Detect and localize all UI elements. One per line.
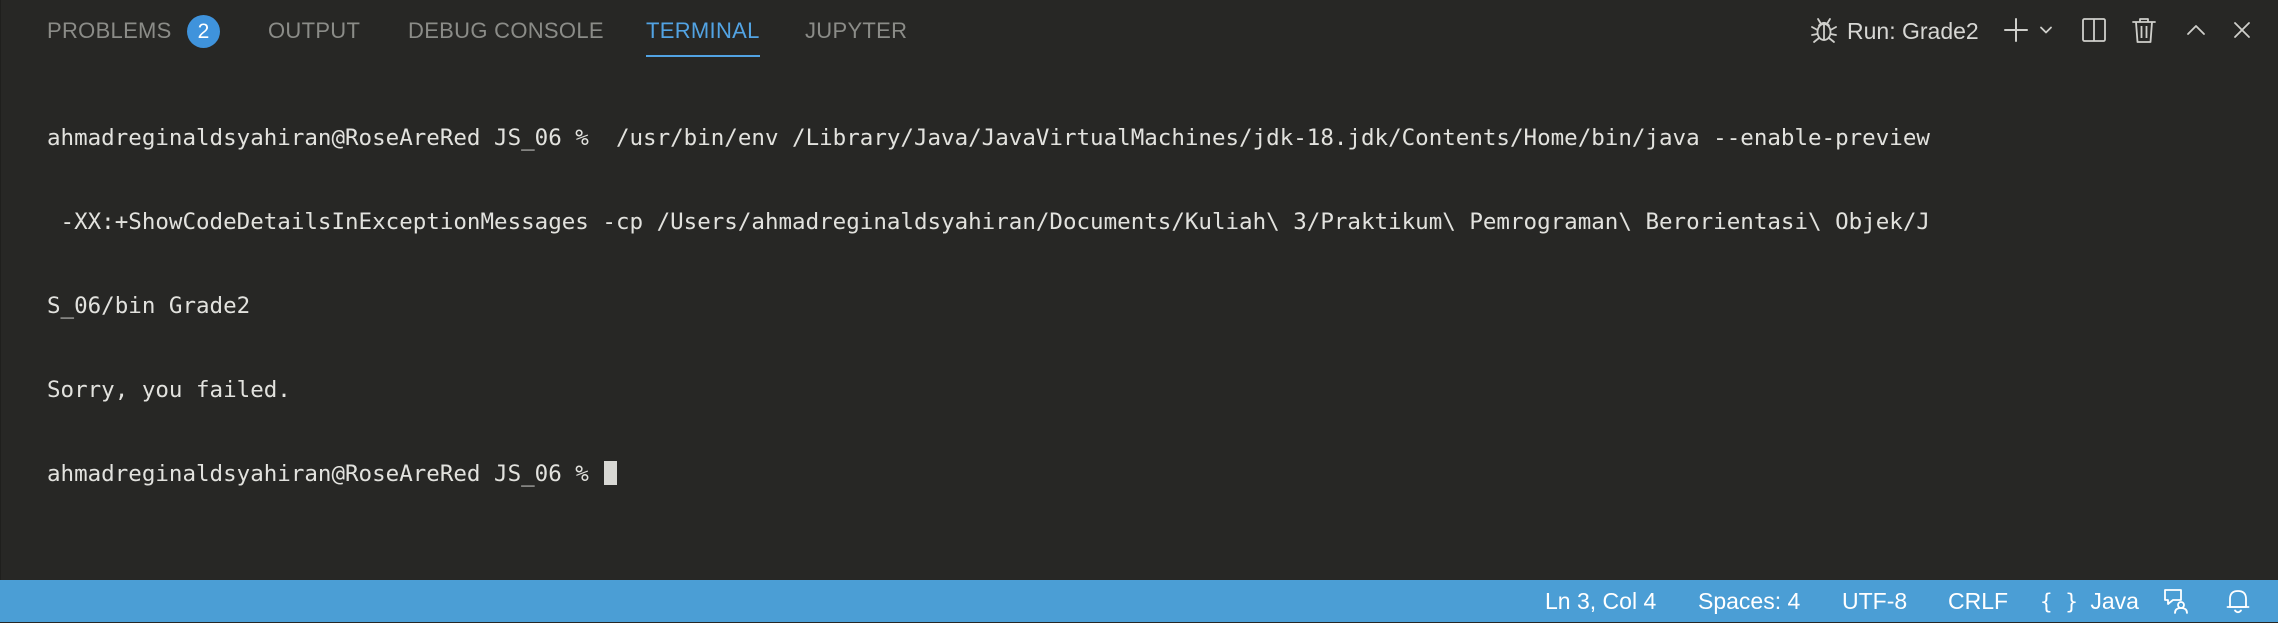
status-bar: Ln 3, Col 4 Spaces: 4 UTF-8 CRLF { } Jav… bbox=[0, 580, 2278, 622]
tab-problems-label: PROBLEMS bbox=[47, 18, 172, 43]
notifications-bell-icon[interactable] bbox=[2222, 580, 2254, 622]
maximize-panel-icon[interactable] bbox=[2181, 0, 2211, 60]
terminal-output[interactable]: ahmadreginaldsyahiran@RoseAreRed JS_06 %… bbox=[47, 68, 2247, 544]
braces-icon: { } bbox=[2040, 590, 2078, 614]
terminal-prompt-line[interactable]: ahmadreginaldsyahiran@RoseAreRed JS_06 % bbox=[47, 460, 2247, 488]
terminal-panel: PROBLEMS 2 OUTPUT DEBUG CONSOLE TERMINAL… bbox=[0, 0, 2278, 580]
language-label: Java bbox=[2090, 588, 2139, 614]
cursor-position[interactable]: Ln 3, Col 4 bbox=[1545, 580, 1656, 622]
tab-jupyter-label: JUPYTER bbox=[805, 18, 908, 43]
plus-icon[interactable] bbox=[2001, 0, 2031, 60]
close-icon[interactable] bbox=[2227, 0, 2257, 60]
terminal-cursor bbox=[604, 461, 618, 485]
problems-count-badge: 2 bbox=[187, 15, 220, 48]
terminal-prompt: ahmadreginaldsyahiran@RoseAreRed JS_06 % bbox=[47, 461, 603, 487]
terminal-line: S_06/bin Grade2 bbox=[47, 293, 251, 319]
trash-icon[interactable] bbox=[2129, 0, 2159, 60]
split-terminal-icon[interactable] bbox=[2079, 0, 2109, 60]
indentation-spaces[interactable]: Spaces: 4 bbox=[1698, 580, 1800, 622]
tab-terminal-label: TERMINAL bbox=[646, 18, 760, 43]
run-config-label[interactable]: Run: Grade2 bbox=[1847, 0, 1979, 60]
debug-icon[interactable] bbox=[1807, 0, 1841, 60]
language-mode[interactable]: { } Java bbox=[2040, 580, 2139, 622]
tab-terminal[interactable]: TERMINAL bbox=[646, 0, 760, 60]
panel-tab-bar: PROBLEMS 2 OUTPUT DEBUG CONSOLE TERMINAL… bbox=[1, 0, 2278, 62]
terminal-line: Sorry, you failed. bbox=[47, 377, 291, 403]
terminal-line: ahmadreginaldsyahiran@RoseAreRed JS_06 %… bbox=[47, 125, 1930, 151]
line-ending[interactable]: CRLF bbox=[1948, 580, 2008, 622]
tab-jupyter[interactable]: JUPYTER bbox=[805, 0, 907, 60]
tab-output-label: OUTPUT bbox=[268, 18, 361, 43]
tab-debug-console-label: DEBUG CONSOLE bbox=[408, 18, 604, 43]
feedback-icon[interactable] bbox=[2160, 580, 2192, 622]
tab-problems[interactable]: PROBLEMS bbox=[47, 0, 172, 60]
tab-debug-console[interactable]: DEBUG CONSOLE bbox=[408, 0, 604, 60]
file-encoding[interactable]: UTF-8 bbox=[1842, 580, 1907, 622]
terminal-line: -XX:+ShowCodeDetailsInExceptionMessages … bbox=[47, 209, 1930, 235]
chevron-down-icon[interactable] bbox=[2036, 0, 2056, 60]
tab-output[interactable]: OUTPUT bbox=[268, 0, 360, 60]
